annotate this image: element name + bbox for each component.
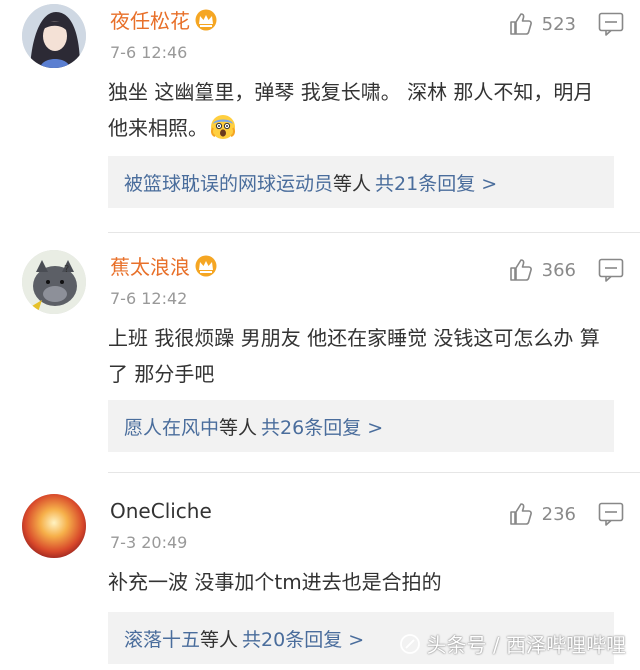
comment-content: 独坐 这幽篁里，弹琴 我复长啸。 深林 那人不知，明月 他来相照。 bbox=[108, 74, 608, 146]
view-replies-button[interactable]: 愿人在风中 等人 共26条回复 > bbox=[108, 400, 614, 452]
avatar[interactable]: ? bbox=[22, 250, 86, 314]
like-count: 236 bbox=[541, 503, 576, 525]
comment-card: ? 蕉太浪浪 7-6 12:42 366 上班 我很烦躁 男朋友 他还在家睡觉 … bbox=[0, 246, 640, 486]
comment-timestamp: 7-6 12:42 bbox=[110, 289, 188, 308]
svg-text:?: ? bbox=[64, 264, 69, 275]
reply-count-link[interactable]: 共21条回复 > bbox=[375, 169, 497, 196]
divider bbox=[108, 232, 640, 233]
like-count: 523 bbox=[541, 13, 576, 35]
scared-face-emoji-icon bbox=[210, 115, 236, 139]
reply-count-link[interactable]: 共26条回复 > bbox=[261, 413, 383, 440]
view-replies-button[interactable]: 被篮球耽误的网球运动员 等人 共21条回复 > bbox=[108, 156, 614, 208]
reply-etc-text: 等人 bbox=[200, 628, 239, 651]
comment-timestamp: 7-6 12:46 bbox=[110, 43, 188, 62]
username[interactable]: 夜任松花 bbox=[110, 8, 218, 34]
watermark: 头条号 / 西泽哔哩哔哩 bbox=[399, 629, 626, 658]
username-text[interactable]: 夜任松花 bbox=[110, 9, 190, 33]
reply-user-link[interactable]: 愿人在风中 bbox=[124, 413, 219, 440]
comment-content: 补充一波 没事加个tm进去也是合拍的 bbox=[108, 564, 608, 600]
avatar[interactable] bbox=[22, 4, 86, 68]
reply-etc-text: 等人 bbox=[333, 172, 372, 195]
reply-count-link[interactable]: 共20条回复 > bbox=[242, 625, 364, 652]
thumbs-up-icon bbox=[509, 503, 532, 525]
like-button[interactable]: 366 bbox=[508, 256, 576, 284]
reply-comment-icon[interactable] bbox=[598, 12, 624, 36]
username[interactable]: 蕉太浪浪 bbox=[110, 254, 218, 280]
like-button[interactable]: 236 bbox=[508, 500, 576, 528]
comment-content: 上班 我很烦躁 男朋友 他还在家睡觉 没钱这可怎么办 算了 那分手吧 bbox=[108, 320, 608, 392]
comment-text: 补充一波 没事加个tm进去也是合拍的 bbox=[108, 570, 442, 594]
thumbs-up-icon bbox=[509, 13, 532, 35]
like-button[interactable]: 523 bbox=[508, 10, 576, 38]
username-text[interactable]: OneCliche bbox=[110, 499, 212, 523]
comment-text: 独坐 这幽篁里，弹琴 我复长啸。 深林 那人不知，明月 他来相照。 bbox=[108, 80, 594, 140]
thumbs-up-icon bbox=[509, 259, 532, 281]
toutiao-logo-icon bbox=[399, 633, 420, 654]
username[interactable]: OneCliche bbox=[110, 498, 212, 524]
reply-comment-icon[interactable] bbox=[598, 502, 624, 526]
avatar[interactable] bbox=[22, 494, 86, 558]
reply-user-link[interactable]: 滚落十五 bbox=[124, 625, 200, 652]
reply-user-link[interactable]: 被篮球耽误的网球运动员 bbox=[124, 169, 333, 196]
divider bbox=[108, 472, 640, 473]
comment-card: 夜任松花 7-6 12:46 523 独坐 这幽篁里，弹琴 我复长啸。 深林 那… bbox=[0, 0, 640, 240]
comment-text: 上班 我很烦躁 男朋友 他还在家睡觉 没钱这可怎么办 算了 那分手吧 bbox=[108, 326, 600, 386]
comment-timestamp: 7-3 20:49 bbox=[110, 533, 188, 552]
vip-crown-icon bbox=[195, 9, 217, 31]
username-text[interactable]: 蕉太浪浪 bbox=[110, 255, 190, 279]
reply-etc-text: 等人 bbox=[219, 416, 258, 439]
reply-comment-icon[interactable] bbox=[598, 258, 624, 282]
watermark-text: 头条号 / 西泽哔哩哔哩 bbox=[426, 633, 626, 657]
like-count: 366 bbox=[541, 259, 576, 281]
vip-crown-icon bbox=[195, 255, 217, 277]
